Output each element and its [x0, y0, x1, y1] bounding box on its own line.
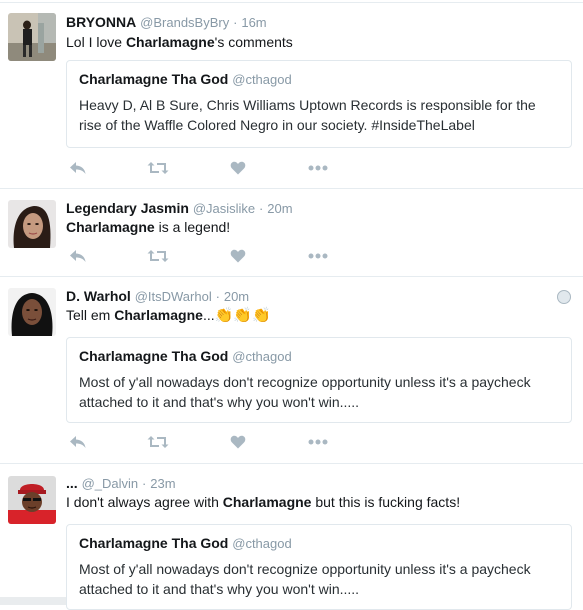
heart-icon [230, 249, 246, 263]
retweet-icon [147, 250, 169, 262]
avatar-image [8, 13, 56, 61]
user-handle[interactable]: @BrandsByBry [140, 15, 229, 30]
separator-dot: · [259, 201, 264, 216]
avatar-image [8, 476, 56, 524]
quoted-tweet[interactable]: Charlamagne Tha God @cthagod Most of y'a… [66, 524, 572, 610]
avatar-image [8, 288, 56, 336]
heart-icon [230, 435, 246, 449]
quoted-tweet-text: Heavy D, Al B Sure, Chris Williams Uptow… [79, 97, 536, 133]
retweet-button[interactable] [146, 158, 170, 178]
separator-dot: · [142, 476, 147, 491]
tweet-header: ... @_Dalvin · 23m [66, 474, 176, 493]
quoted-tweet-text: Most of y'all nowadays don't recognize o… [79, 374, 531, 410]
user-handle[interactable]: @Jasislike [193, 201, 255, 216]
highlighted-word: Charlamagne [222, 494, 312, 510]
quoted-tweet[interactable]: Charlamagne Tha God @cthagod Most of y'a… [66, 337, 572, 423]
user-name[interactable]: D. Warhol [66, 288, 131, 304]
separator-dot: · [215, 289, 220, 304]
tweet-text-part: is a legend! [154, 219, 231, 235]
retweet-icon [147, 436, 169, 448]
tweet-timestamp[interactable]: 23m [150, 476, 175, 491]
user-name[interactable]: Legendary Jasmin [66, 200, 189, 216]
reply-button[interactable] [66, 246, 90, 266]
user-name[interactable]: BRYONNA [66, 14, 136, 30]
tweet-header: D. Warhol @ItsDWarhol · 20m [66, 287, 249, 306]
more-button[interactable] [306, 432, 330, 452]
tweet-text-part: ... [202, 307, 215, 323]
separator-dot: · [233, 15, 238, 30]
tweet-text: Lol I love Charlamagne's comments [66, 33, 293, 51]
quoted-user-name: Charlamagne Tha God [79, 71, 229, 87]
avatar[interactable] [8, 13, 56, 61]
tweet-item[interactable]: BRYONNA @BrandsByBry · 16m Lol I love Ch… [0, 3, 583, 189]
retweet-icon [147, 162, 169, 174]
tweet-text-part: Tell em [66, 307, 115, 323]
retweet-button[interactable] [146, 432, 170, 452]
quoted-user-name: Charlamagne Tha God [79, 348, 229, 364]
highlighted-word: Charlamagne [114, 307, 203, 323]
retweet-button[interactable] [146, 246, 170, 266]
quoted-user-name: Charlamagne Tha God [79, 535, 229, 551]
quoted-user-handle: @cthagod [232, 536, 292, 551]
tweet-timestamp[interactable]: 20m [267, 201, 292, 216]
more-button[interactable] [306, 246, 330, 266]
avatar[interactable] [8, 288, 56, 336]
tweet-text: Charlamagne is a legend! [66, 218, 230, 236]
tweet-header: BRYONNA @BrandsByBry · 16m [66, 13, 267, 32]
avatar[interactable] [8, 200, 56, 248]
like-button[interactable] [226, 246, 250, 266]
more-button[interactable] [306, 158, 330, 178]
tweet-text-part: Lol I love [66, 34, 126, 50]
more-icon [308, 253, 328, 259]
tweet-text-part: 's comments [214, 34, 293, 50]
horizontal-scrollbar[interactable] [0, 597, 66, 605]
like-button[interactable] [226, 432, 250, 452]
like-button[interactable] [226, 158, 250, 178]
tweet-text-part: but this is fucking facts! [311, 494, 461, 510]
tweet-timestamp[interactable]: 20m [224, 289, 249, 304]
avatar[interactable] [8, 476, 56, 524]
user-name[interactable]: ... [66, 475, 78, 491]
quoted-tweet-header: Charlamagne Tha God @cthagod [79, 71, 292, 87]
tweet-text-part: I don't always agree with [66, 494, 223, 510]
tweet-text: I don't always agree with Charlamagne bu… [66, 493, 460, 511]
clapping-hands-emoji: 👏👏👏 [214, 307, 271, 324]
quoted-tweet-header: Charlamagne Tha God @cthagod [79, 348, 292, 364]
reply-icon [70, 162, 86, 174]
highlighted-word: Charlamagne [66, 219, 155, 235]
quoted-user-handle: @cthagod [232, 72, 292, 87]
quoted-tweet-header: Charlamagne Tha God @cthagod [79, 535, 292, 551]
heart-icon [230, 161, 246, 175]
highlighted-word: Charlamagne [125, 34, 215, 50]
more-icon [308, 165, 328, 171]
tweet-header: Legendary Jasmin @Jasislike · 20m [66, 199, 293, 218]
tweet-item[interactable]: ... @_Dalvin · 23m I don't always agree … [0, 464, 583, 610]
tweet-text: Tell em Charlamagne...👏👏👏 [66, 306, 271, 325]
reply-button[interactable] [66, 432, 90, 452]
quoted-tweet[interactable]: Charlamagne Tha God @cthagod Heavy D, Al… [66, 60, 572, 148]
reply-icon [70, 250, 86, 262]
tweet-item[interactable]: D. Warhol @ItsDWarhol · 20m Tell em Char… [0, 277, 583, 464]
reply-icon [70, 436, 86, 448]
user-handle[interactable]: @ItsDWarhol [135, 289, 212, 304]
quoted-tweet-text: Most of y'all nowadays don't recognize o… [79, 561, 531, 597]
tweet-timestamp[interactable]: 16m [241, 15, 266, 30]
avatar-image [8, 200, 56, 248]
quoted-user-handle: @cthagod [232, 349, 292, 364]
more-icon [308, 439, 328, 445]
globe-icon [557, 290, 571, 304]
reply-button[interactable] [66, 158, 90, 178]
tweet-item[interactable]: Legendary Jasmin @Jasislike · 20m Charla… [0, 189, 583, 277]
user-handle[interactable]: @_Dalvin [82, 476, 139, 491]
